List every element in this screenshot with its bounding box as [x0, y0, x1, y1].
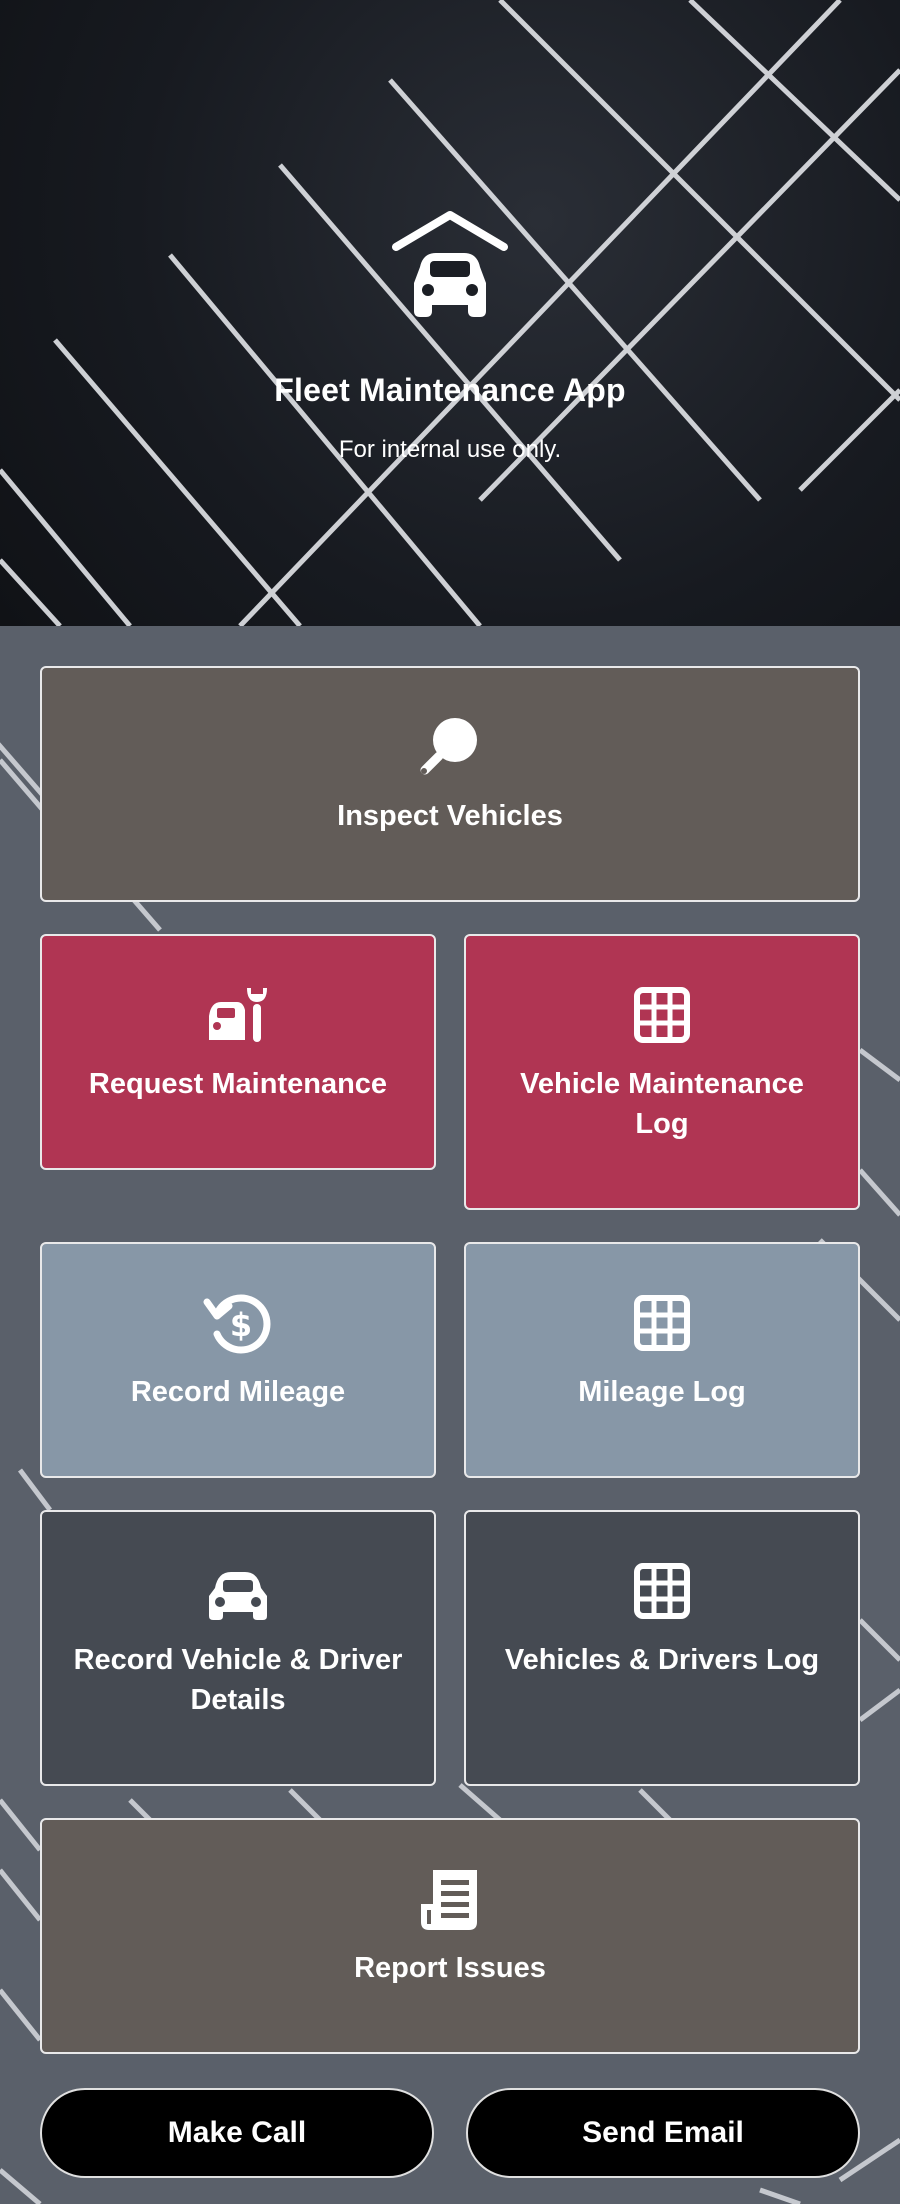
record-vehicle-driver-tile[interactable]: Record Vehicle & Driver Details [40, 1510, 436, 1786]
newspaper-icon [415, 1864, 485, 1934]
car-wrench-icon [203, 980, 273, 1050]
request-maintenance-tile[interactable]: Request Maintenance [40, 934, 436, 1170]
grid-icon [627, 1288, 697, 1358]
tile-label: Vehicles & Drivers Log [504, 1644, 820, 1676]
make-call-button[interactable]: Make Call [40, 2088, 434, 2178]
tile-label: Request Maintenance [88, 1068, 388, 1100]
tile-label: Record Mileage [130, 1376, 346, 1408]
garage-car-icon [392, 211, 508, 317]
send-email-button[interactable]: Send Email [466, 2088, 860, 2178]
vehicles-drivers-log-tile[interactable]: Vehicles & Drivers Log [464, 1510, 860, 1786]
record-mileage-tile[interactable]: $ Record Mileage [40, 1242, 436, 1478]
report-issues-tile[interactable]: Report Issues [40, 1818, 860, 2054]
tile-label: Vehicle Maintenance Log [520, 1068, 804, 1140]
car-icon [203, 1556, 273, 1626]
grid-icon [627, 980, 697, 1050]
svg-text:$: $ [230, 1306, 252, 1344]
tile-label: Report Issues [354, 1952, 546, 1984]
app-title: Fleet Maintenance App [274, 372, 626, 408]
tile-label: Mileage Log [578, 1376, 746, 1408]
header-banner: Fleet Maintenance App For internal use o… [0, 0, 900, 626]
inspect-vehicles-tile[interactable]: Inspect Vehicles [40, 666, 860, 902]
app-subtitle: For internal use only. [338, 436, 562, 463]
magnifier-icon [415, 712, 485, 782]
tile-label: Inspect Vehicles [337, 800, 563, 832]
tile-label: Record Vehicle & Driver Details [73, 1644, 403, 1716]
dollar-history-icon: $ [203, 1288, 273, 1358]
app-screen: Fleet Maintenance App For internal use o… [0, 0, 900, 2204]
mileage-log-tile[interactable]: Mileage Log [464, 1242, 860, 1478]
grid-icon [627, 1556, 697, 1626]
vehicle-maintenance-log-tile[interactable]: Vehicle Maintenance Log [464, 934, 860, 1210]
